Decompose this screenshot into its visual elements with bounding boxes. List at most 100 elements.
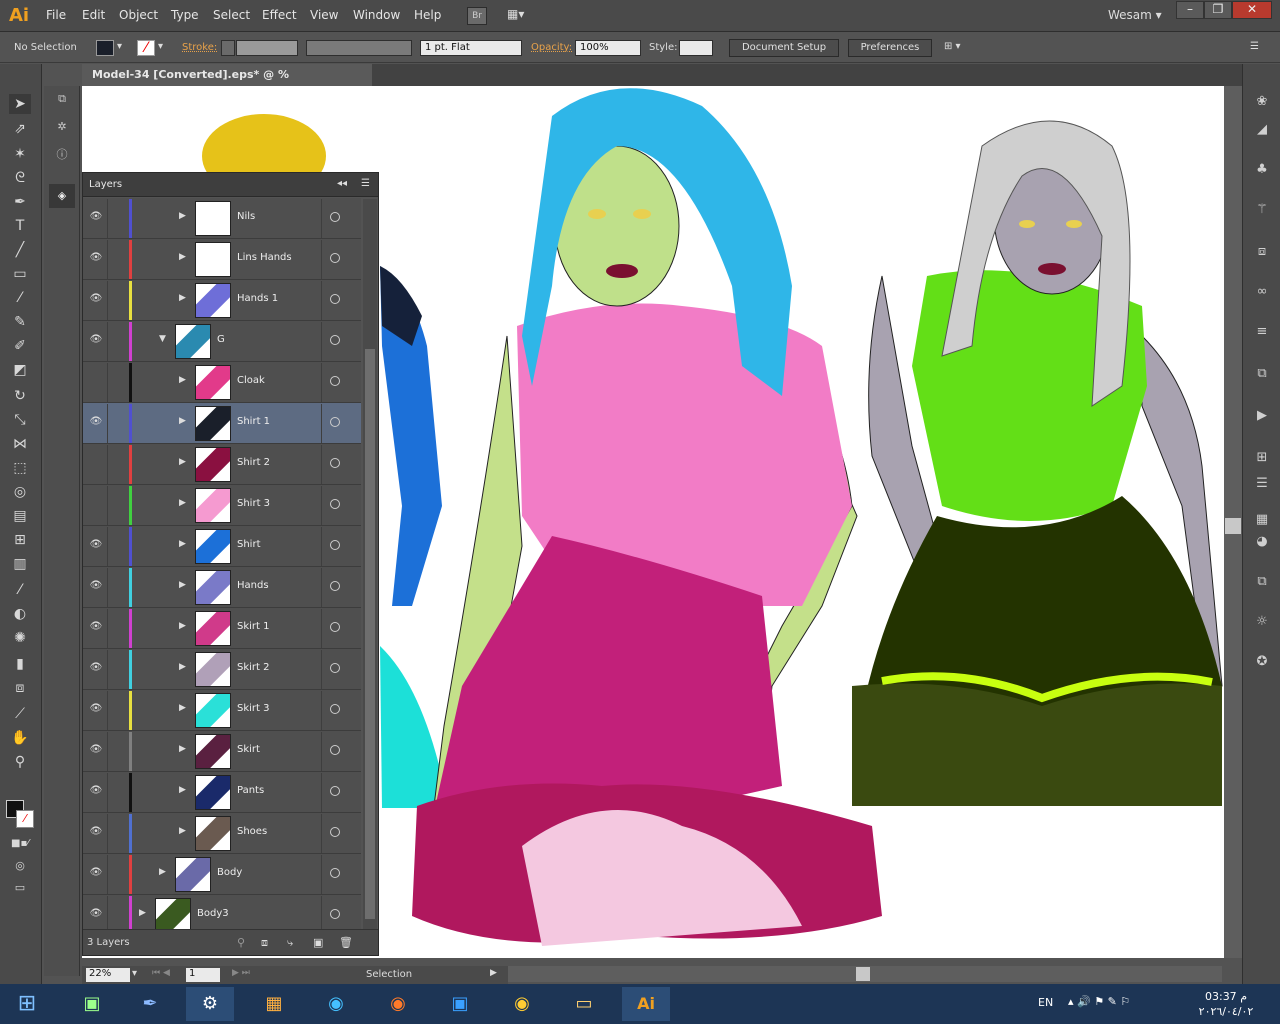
target-circle-icon[interactable]: [330, 786, 340, 796]
layer-row[interactable]: 👁 ▼ G: [83, 321, 361, 362]
horizontal-scroll-thumb[interactable]: [856, 967, 870, 981]
layer-row[interactable]: 👁 ▶ Body: [83, 854, 361, 895]
target-circle-icon[interactable]: [330, 335, 340, 345]
layer-row[interactable]: 👁 ▶ Nils: [83, 198, 361, 239]
lock-toggle[interactable]: [107, 281, 108, 320]
brush-definition-field[interactable]: 1 pt. Flat: [420, 40, 522, 56]
info-panel-icon[interactable]: ⓘ: [51, 146, 73, 166]
layer-name[interactable]: Nils: [237, 211, 255, 222]
draw-mode-icon[interactable]: ◎: [9, 856, 31, 876]
free-transform-tool-icon[interactable]: ⬚: [9, 458, 31, 478]
visibility-eye-icon[interactable]: 👁: [89, 744, 103, 758]
layer-row[interactable]: ▶ Cloak: [83, 362, 361, 403]
image-trace-icon[interactable]: ☼: [1251, 612, 1273, 632]
layer-name[interactable]: Cloak: [237, 375, 265, 386]
current-tool-status[interactable]: Selection: [366, 969, 412, 980]
taskbar-app-pen-icon[interactable]: ✒: [126, 987, 174, 1021]
eraser-tool-icon[interactable]: ◩: [9, 360, 31, 380]
lock-toggle[interactable]: [107, 691, 108, 730]
expand-triangle-icon[interactable]: ▶: [179, 375, 186, 385]
swatches-panel-icon[interactable]: ♣: [1251, 160, 1273, 180]
shape-builder-tool-icon[interactable]: ◎: [9, 482, 31, 502]
expand-triangle-icon[interactable]: ▶: [179, 744, 186, 754]
lock-toggle[interactable]: [107, 363, 108, 402]
layers-panel-title[interactable]: Layers: [89, 179, 122, 190]
pen-tool-icon[interactable]: ✒: [9, 192, 31, 212]
symbol-sprayer-tool-icon[interactable]: ✺: [9, 628, 31, 648]
target-circle-icon[interactable]: [330, 458, 340, 468]
collapse-panel-icon[interactable]: ◂◂: [337, 178, 347, 189]
layer-name[interactable]: G: [217, 334, 225, 345]
lock-toggle[interactable]: [107, 322, 108, 361]
target-circle-icon[interactable]: [330, 417, 340, 427]
gradient-tool-icon[interactable]: ▥: [9, 554, 31, 574]
artboards-panel-icon[interactable]: ⊞: [1251, 448, 1273, 468]
stroke-weight-field[interactable]: [236, 40, 298, 56]
target-circle-icon[interactable]: [330, 499, 340, 509]
expand-triangle-icon[interactable]: ▶: [179, 580, 186, 590]
taskbar-clock[interactable]: 03:37 م: [1196, 990, 1256, 1003]
menu-edit[interactable]: Edit: [82, 8, 105, 22]
artboard-tool-icon[interactable]: ⧈: [9, 678, 31, 698]
minimize-button[interactable]: –: [1176, 1, 1204, 19]
lock-toggle[interactable]: [107, 773, 108, 812]
layers-panel-icon[interactable]: ◈: [49, 184, 75, 208]
target-circle-icon[interactable]: [330, 827, 340, 837]
bridge-button[interactable]: Br: [467, 7, 487, 25]
layer-row[interactable]: 👁 ▶ Skirt 2: [83, 649, 361, 690]
visibility-eye-icon[interactable]: 👁: [89, 252, 103, 266]
layer-name[interactable]: Pants: [237, 785, 264, 796]
taskbar-firefox-icon[interactable]: ◉: [374, 987, 422, 1021]
status-menu-icon[interactable]: ▶: [490, 968, 497, 978]
eyedropper-tool-icon[interactable]: ⁄: [9, 580, 31, 600]
lock-toggle[interactable]: [107, 199, 108, 238]
mesh-tool-icon[interactable]: ⊞: [9, 530, 31, 550]
target-circle-icon[interactable]: [330, 253, 340, 263]
taskbar-chrome-icon[interactable]: ◉: [498, 987, 546, 1021]
layer-name[interactable]: Shoes: [237, 826, 267, 837]
rectangle-tool-icon[interactable]: ▭: [9, 264, 31, 284]
visibility-eye-icon[interactable]: [89, 457, 103, 471]
color-mode-icons[interactable]: ■▪⁄: [9, 834, 31, 854]
layer-row[interactable]: 👁 ▶ Shoes: [83, 813, 361, 854]
taskbar-date[interactable]: ٢٠٢٦/٠٤/٠٢: [1186, 1005, 1266, 1018]
taskbar-app-studio-icon[interactable]: ▦: [250, 987, 298, 1021]
rotate-tool-icon[interactable]: ↻: [9, 386, 31, 406]
magic-wand-tool-icon[interactable]: ✶: [9, 144, 31, 164]
zoom-field[interactable]: 22%: [86, 968, 130, 982]
visibility-eye-icon[interactable]: 👁: [89, 416, 103, 430]
target-circle-icon[interactable]: [330, 540, 340, 550]
layer-name[interactable]: Skirt 3: [237, 703, 270, 714]
target-circle-icon[interactable]: [330, 663, 340, 673]
first-artboard-icon[interactable]: ⏮ ◀: [152, 968, 170, 978]
variable-width-field[interactable]: [306, 40, 412, 56]
stroke-stepper[interactable]: [221, 40, 235, 56]
links-panel-icon[interactable]: ∞: [1251, 282, 1273, 302]
layer-name[interactable]: Lins Hands: [237, 252, 292, 263]
paintbrush-tool-icon[interactable]: ⁄: [9, 288, 31, 308]
layer-row[interactable]: 👁 ▶ Skirt: [83, 731, 361, 772]
lock-toggle[interactable]: [107, 732, 108, 771]
fill-swatch[interactable]: [96, 40, 114, 56]
layers-menu-icon[interactable]: ☰: [361, 178, 370, 189]
new-sublayer-icon[interactable]: ⤷: [287, 936, 293, 950]
menu-file[interactable]: File: [46, 8, 66, 22]
menu-type[interactable]: Type: [171, 8, 199, 22]
locate-object-icon[interactable]: ⚲: [237, 936, 245, 949]
color-panel-icon[interactable]: ❀: [1251, 92, 1273, 112]
target-circle-icon[interactable]: [330, 581, 340, 591]
expand-triangle-icon[interactable]: ▶: [179, 211, 186, 221]
visibility-eye-icon[interactable]: 👁: [89, 826, 103, 840]
target-circle-icon[interactable]: [330, 622, 340, 632]
transparency-panel-icon[interactable]: ◕: [1251, 532, 1273, 552]
arrange-documents-button[interactable]: ▦▾: [507, 7, 535, 25]
layer-name[interactable]: Skirt: [237, 744, 260, 755]
clipping-mask-icon[interactable]: ⧈: [261, 936, 268, 950]
menu-object[interactable]: Object: [119, 8, 158, 22]
layer-row[interactable]: 👁 ▶ Hands 1: [83, 280, 361, 321]
color-guide-icon[interactable]: ◢: [1251, 120, 1273, 140]
layer-name[interactable]: Shirt 2: [237, 457, 270, 468]
layer-row[interactable]: 👁 ▶ Hands: [83, 567, 361, 608]
perspective-grid-tool-icon[interactable]: ▤: [9, 506, 31, 526]
visibility-eye-icon[interactable]: 👁: [89, 293, 103, 307]
